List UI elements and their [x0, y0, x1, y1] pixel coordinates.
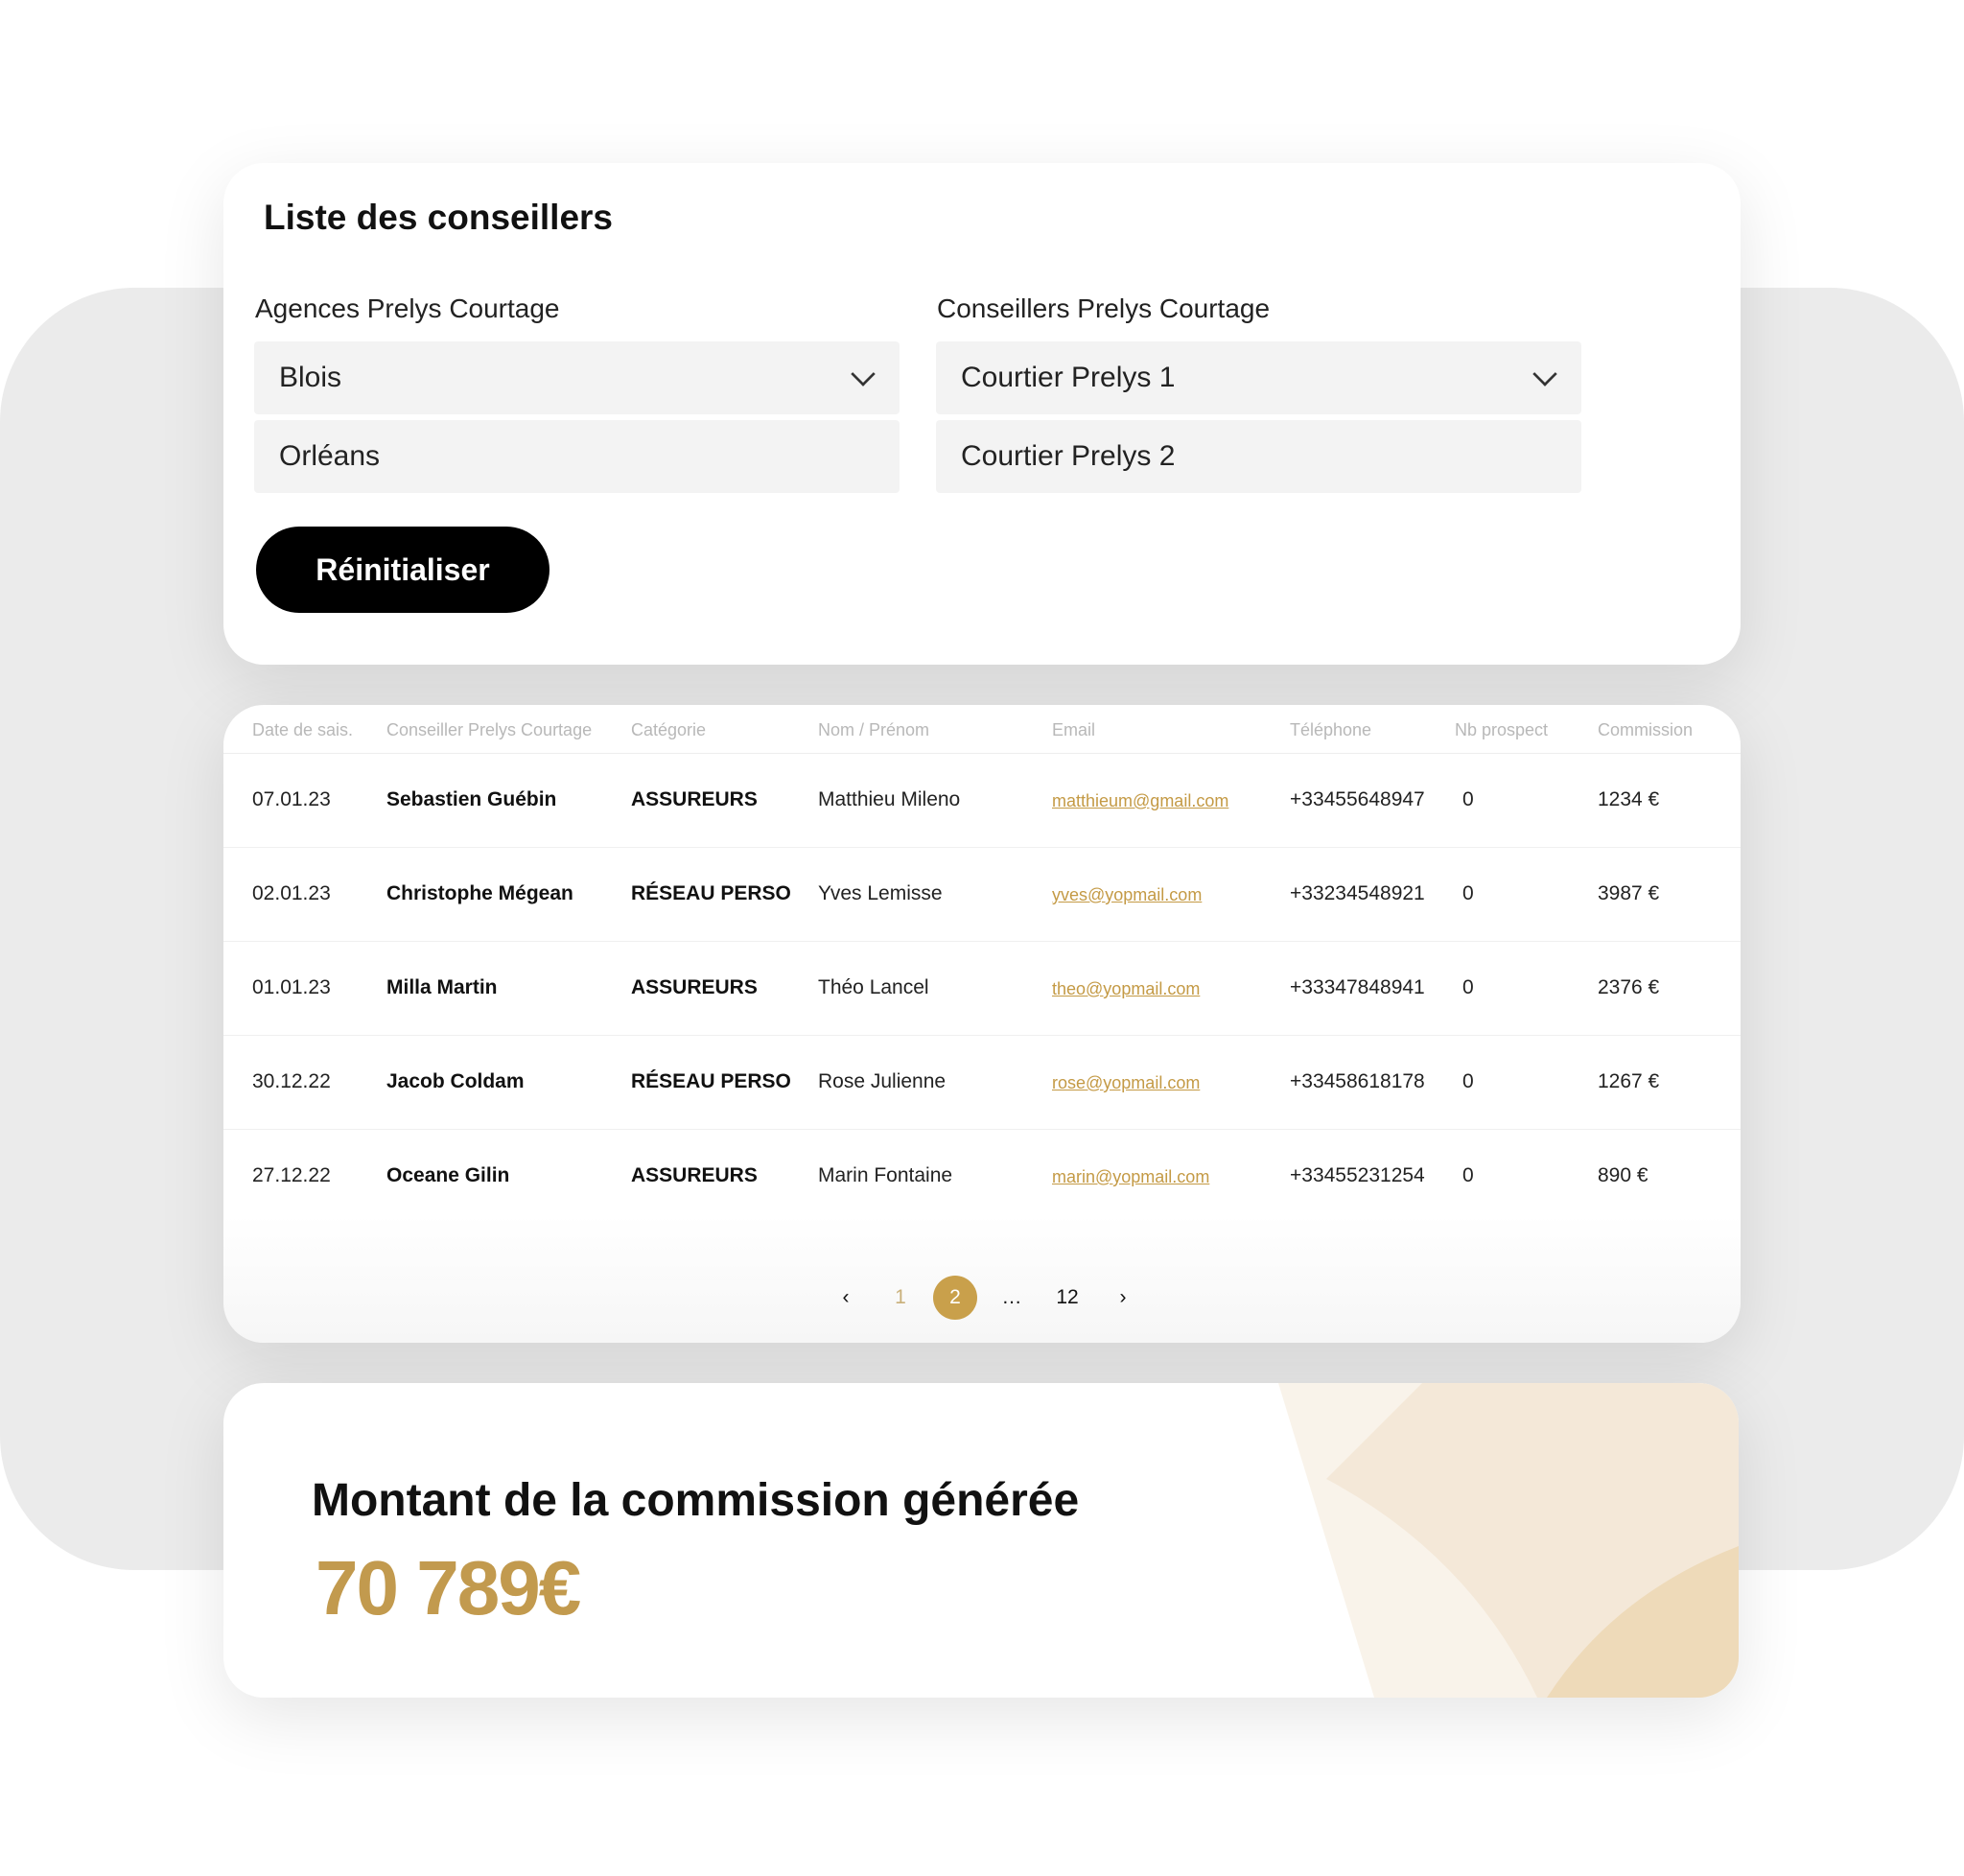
- commission-amount: 70 789€: [316, 1545, 581, 1630]
- next-page-button[interactable]: ›: [1101, 1276, 1145, 1320]
- column-header-prospects: Nb prospect: [1455, 720, 1549, 739]
- column-header-commission: Commission: [1598, 720, 1694, 739]
- cell-advisor: Oceane Gilin: [386, 1164, 510, 1186]
- option-label: Orléans: [279, 440, 381, 472]
- column-header-phone: Téléphone: [1290, 720, 1372, 739]
- filters-card: Liste des conseillers Agences Prelys Cou…: [223, 163, 1741, 665]
- cell-commission: 2376 €: [1598, 976, 1660, 998]
- cell-prospects: 0: [1462, 976, 1474, 998]
- advisors-label: Conseillers Prelys Courtage: [937, 293, 1271, 323]
- cell-phone: +33458618178: [1290, 1070, 1425, 1092]
- cell-name: Rose Julienne: [818, 1070, 947, 1092]
- cell-email[interactable]: marin@yopmail.com: [1052, 1167, 1209, 1187]
- table-row: 27.12.22 Oceane Gilin ASSUREURS Marin Fonta…: [223, 1130, 1741, 1224]
- advisor-option-2[interactable]: Courtier Prelys 2: [936, 420, 1581, 493]
- cell-prospects: 0: [1462, 1070, 1474, 1092]
- cell-advisor: Jacob Coldam: [386, 1070, 525, 1092]
- cell-email[interactable]: yves@yopmail.com: [1052, 885, 1202, 905]
- column-header-advisor: Conseiller Prelys Courtage: [386, 720, 593, 739]
- column-header-category: Catégorie: [631, 720, 707, 739]
- table-row: 02.01.23 Christophe Mégean RÉSEAU PERSO Yve…: [223, 848, 1741, 942]
- cell-name: Matthieu Mileno: [818, 788, 961, 810]
- column-header-name: Nom / Prénom: [818, 720, 930, 739]
- page-1[interactable]: 1: [878, 1276, 923, 1320]
- advisor-select[interactable]: Courtier Prelys 1: [936, 341, 1581, 414]
- reset-button[interactable]: Réinitialiser: [256, 527, 549, 613]
- cell-advisor: Christophe Mégean: [386, 882, 573, 904]
- table-row: 07.01.23 Sebastien Guébin ASSUREURS Matthie…: [223, 754, 1741, 848]
- cell-category: ASSUREURS: [631, 1164, 758, 1186]
- commission-card: Montant de la commission générée 70 789€: [223, 1383, 1739, 1698]
- cell-email[interactable]: matthieum@gmail.com: [1052, 791, 1228, 811]
- cell-advisor: Milla Martin: [386, 976, 498, 998]
- cell-prospects: 0: [1462, 882, 1474, 904]
- chevron-down-icon: [1532, 362, 1557, 387]
- commission-title: Montant de la commission générée: [312, 1475, 1080, 1526]
- cell-commission: 1234 €: [1598, 788, 1660, 810]
- cell-date: 30.12.22: [252, 1070, 331, 1092]
- cell-phone: +33455231254: [1290, 1164, 1425, 1186]
- cell-phone: +33234548921: [1290, 882, 1425, 904]
- cell-date: 07.01.23: [252, 788, 331, 810]
- chevron-down-icon: [851, 362, 876, 387]
- column-header-date: Date de sais.: [252, 720, 354, 739]
- advisors-table: Date de sais. Conseiller Prelys Courtage C…: [223, 705, 1741, 1343]
- cell-phone: +33347848941: [1290, 976, 1425, 998]
- page-title: Liste des conseillers: [264, 198, 614, 237]
- cell-email[interactable]: theo@yopmail.com: [1052, 979, 1200, 999]
- cell-date: 01.01.23: [252, 976, 331, 998]
- cell-name: Marin Fontaine: [818, 1164, 953, 1186]
- cell-category: ASSUREURS: [631, 976, 758, 998]
- cell-category: RÉSEAU PERSO: [631, 882, 791, 904]
- table-row: 01.01.23 Milla Martin ASSUREURS Théo Lancel…: [223, 942, 1741, 1036]
- cell-phone: +33455648947: [1290, 788, 1425, 810]
- cell-email[interactable]: rose@yopmail.com: [1052, 1073, 1200, 1093]
- cell-prospects: 0: [1462, 1164, 1474, 1186]
- cell-date: 27.12.22: [252, 1164, 331, 1186]
- option-label: Courtier Prelys 2: [961, 440, 1176, 472]
- cell-name: Théo Lancel: [818, 976, 929, 998]
- agency-option-orleans[interactable]: Orléans: [254, 420, 900, 493]
- decorative-shapes: [1278, 1383, 1739, 1698]
- agency-option-blois: Blois: [279, 362, 342, 393]
- cell-date: 02.01.23: [252, 882, 331, 904]
- cell-category: RÉSEAU PERSO: [631, 1070, 791, 1092]
- column-header-email: Email: [1052, 720, 1096, 739]
- prev-page-button[interactable]: ‹: [824, 1276, 868, 1320]
- advisor-option-1: Courtier Prelys 1: [961, 362, 1176, 393]
- page-12[interactable]: 12: [1045, 1276, 1089, 1320]
- cell-commission: 3987 €: [1598, 882, 1660, 904]
- cell-commission: 890 €: [1598, 1164, 1648, 1186]
- cell-category: ASSUREURS: [631, 788, 758, 810]
- pagination-ellipsis: …: [1001, 1286, 1022, 1308]
- agency-select[interactable]: Blois: [254, 341, 900, 414]
- cell-name: Yves Lemisse: [818, 882, 943, 904]
- table-row: 30.12.22 Jacob Coldam RÉSEAU PERSO Rose Jul…: [223, 1036, 1741, 1130]
- cell-advisor: Sebastien Guébin: [386, 788, 557, 810]
- page-2-current[interactable]: 2: [933, 1276, 977, 1320]
- cell-commission: 1267 €: [1598, 1070, 1660, 1092]
- agencies-label: Agences Prelys Courtage: [255, 293, 560, 323]
- cell-prospects: 0: [1462, 788, 1474, 810]
